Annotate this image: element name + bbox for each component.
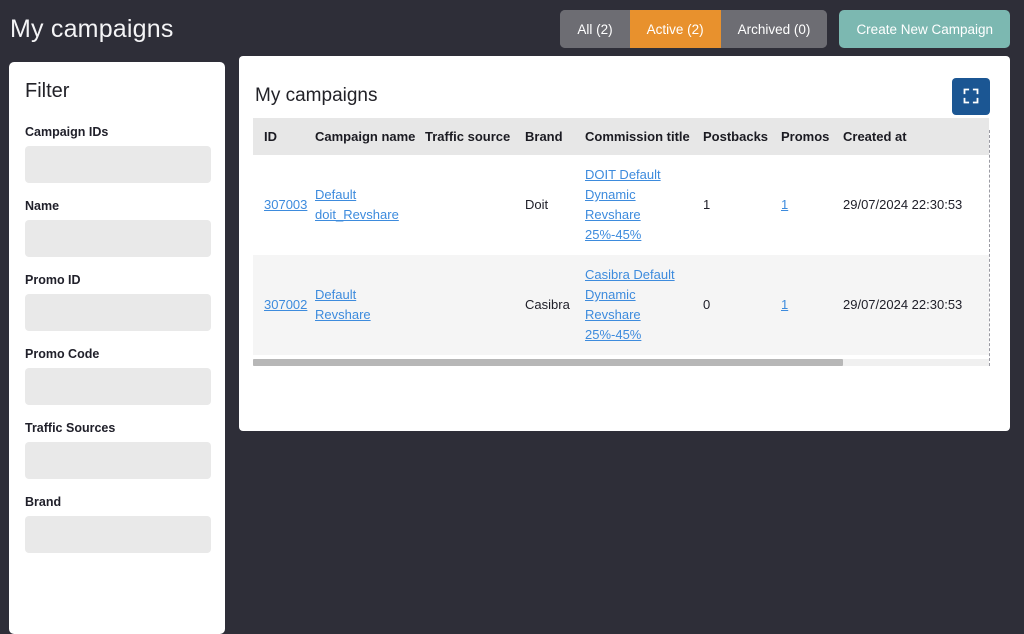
top-bar-actions: All (2) Active (2) Archived (0) Create N… xyxy=(560,10,1024,48)
commission-title-link-line3[interactable]: Revshare xyxy=(585,205,697,225)
filter-label-promo-code: Promo Code xyxy=(25,347,100,361)
expand-fullscreen-button[interactable] xyxy=(952,77,990,115)
cell-traffic-source xyxy=(425,155,525,255)
campaign-name-link-line2[interactable]: doit_Revshare xyxy=(315,205,419,225)
campaign-name-link-line1[interactable]: Default xyxy=(315,285,419,305)
filter-field-promo-code: Promo Code xyxy=(25,347,211,405)
cell-brand: Casibra xyxy=(525,297,570,312)
brand-input[interactable] xyxy=(25,516,211,553)
campaign-name-link-line1[interactable]: Default xyxy=(315,185,419,205)
filter-field-campaign-ids: Campaign IDs xyxy=(25,125,211,183)
filter-label-promo-id: Promo ID xyxy=(25,273,81,287)
table-header-row: ID Campaign name Traffic source Brand Co… xyxy=(253,118,989,155)
filter-label-campaign-ids: Campaign IDs xyxy=(25,125,109,139)
cell-postbacks: 1 xyxy=(703,197,711,212)
commission-title-link-line2[interactable]: Dynamic xyxy=(585,185,697,205)
pagination-bar: Items per page 20 1 to 2 of 2 items 1 xyxy=(239,428,1010,431)
campaigns-card: My campaigns ID Campaign name Traffic so… xyxy=(239,56,1010,431)
promo-code-input[interactable] xyxy=(25,368,211,405)
table-row: 307002 Default Revshare Casibra Casibra … xyxy=(253,255,989,355)
cell-created-at: 29/07/2024 22:30:53 xyxy=(843,297,963,312)
expand-fullscreen-icon xyxy=(963,88,979,104)
page-title: My campaigns xyxy=(10,14,174,43)
table-title: My campaigns xyxy=(255,85,378,106)
campaign-id-link[interactable]: 307002 xyxy=(264,297,307,312)
table-body: 307003 Default doit_Revshare Doit DOIT D… xyxy=(253,155,989,355)
cell-promos: 1 xyxy=(781,155,843,255)
tab-archived[interactable]: Archived (0) xyxy=(720,10,828,48)
filter-label-brand: Brand xyxy=(25,495,62,509)
table-row: 307003 Default doit_Revshare Doit DOIT D… xyxy=(253,155,989,255)
col-commission-title[interactable]: Commission title xyxy=(585,118,703,155)
promos-link[interactable]: 1 xyxy=(781,197,788,212)
filter-field-name: Name xyxy=(25,199,211,257)
cell-postbacks: 0 xyxy=(703,297,711,312)
name-input[interactable] xyxy=(25,220,211,257)
col-traffic-source[interactable]: Traffic source xyxy=(425,118,525,155)
campaign-id-link[interactable]: 307003 xyxy=(264,197,307,212)
commission-title-link-line2[interactable]: Dynamic xyxy=(585,285,697,305)
campaign-status-tabs: All (2) Active (2) Archived (0) xyxy=(560,10,828,48)
promos-link[interactable]: 1 xyxy=(781,297,788,312)
top-bar: My campaigns All (2) Active (2) Archived… xyxy=(0,0,1024,58)
commission-title-link-line1[interactable]: DOIT Default xyxy=(585,165,697,185)
commission-title-link-line3[interactable]: Revshare xyxy=(585,305,697,325)
col-created-at[interactable]: Created at xyxy=(843,118,989,155)
table-head: ID Campaign name Traffic source Brand Co… xyxy=(253,118,989,155)
col-id[interactable]: ID xyxy=(253,118,315,155)
commission-title-link-line4[interactable]: 25%-45% xyxy=(585,225,697,245)
filter-field-brand: Brand xyxy=(25,495,211,553)
campaigns-card-header: My campaigns xyxy=(239,56,1010,118)
tab-active[interactable]: Active (2) xyxy=(629,10,721,48)
campaigns-table-scroll: ID Campaign name Traffic source Brand Co… xyxy=(239,118,1010,355)
cell-created-at: 29/07/2024 22:30:53 xyxy=(843,197,963,212)
campaigns-table: ID Campaign name Traffic source Brand Co… xyxy=(253,118,989,355)
filter-panel: Filter Campaign IDs Name Promo ID Promo … xyxy=(9,62,225,634)
create-new-campaign-button[interactable]: Create New Campaign xyxy=(839,10,1010,48)
cell-id: 307003 xyxy=(253,155,315,255)
cell-commission-title: Casibra Default Dynamic Revshare 25%-45% xyxy=(585,255,703,355)
cell-commission-title: DOIT Default Dynamic Revshare 25%-45% xyxy=(585,155,703,255)
cell-traffic-source xyxy=(425,255,525,355)
cell-id: 307002 xyxy=(253,255,315,355)
campaign-ids-input[interactable] xyxy=(25,146,211,183)
col-brand[interactable]: Brand xyxy=(525,118,585,155)
cell-campaign-name: Default doit_Revshare xyxy=(315,155,425,255)
filter-label-traffic-sources: Traffic Sources xyxy=(25,421,116,435)
filter-label-name: Name xyxy=(25,199,60,213)
filter-field-promo-id: Promo ID xyxy=(25,273,211,331)
cell-brand: Doit xyxy=(525,197,549,212)
cell-campaign-name: Default Revshare xyxy=(315,255,425,355)
traffic-sources-input[interactable] xyxy=(25,442,211,479)
col-postbacks[interactable]: Postbacks xyxy=(703,118,781,155)
commission-title-link-line4[interactable]: 25%-45% xyxy=(585,325,697,345)
promo-id-input[interactable] xyxy=(25,294,211,331)
cell-promos: 1 xyxy=(781,255,843,355)
commission-title-link-line1[interactable]: Casibra Default xyxy=(585,265,697,285)
tab-all[interactable]: All (2) xyxy=(560,10,630,48)
filter-field-traffic-sources: Traffic Sources xyxy=(25,421,211,479)
col-campaign-name[interactable]: Campaign name xyxy=(315,118,425,155)
col-promos[interactable]: Promos xyxy=(781,118,843,155)
campaign-name-link-line2[interactable]: Revshare xyxy=(315,305,419,325)
table-horizontal-scrollbar-thumb[interactable] xyxy=(253,359,843,366)
table-right-dashed-edge xyxy=(989,130,990,366)
filter-heading: Filter xyxy=(25,80,70,102)
